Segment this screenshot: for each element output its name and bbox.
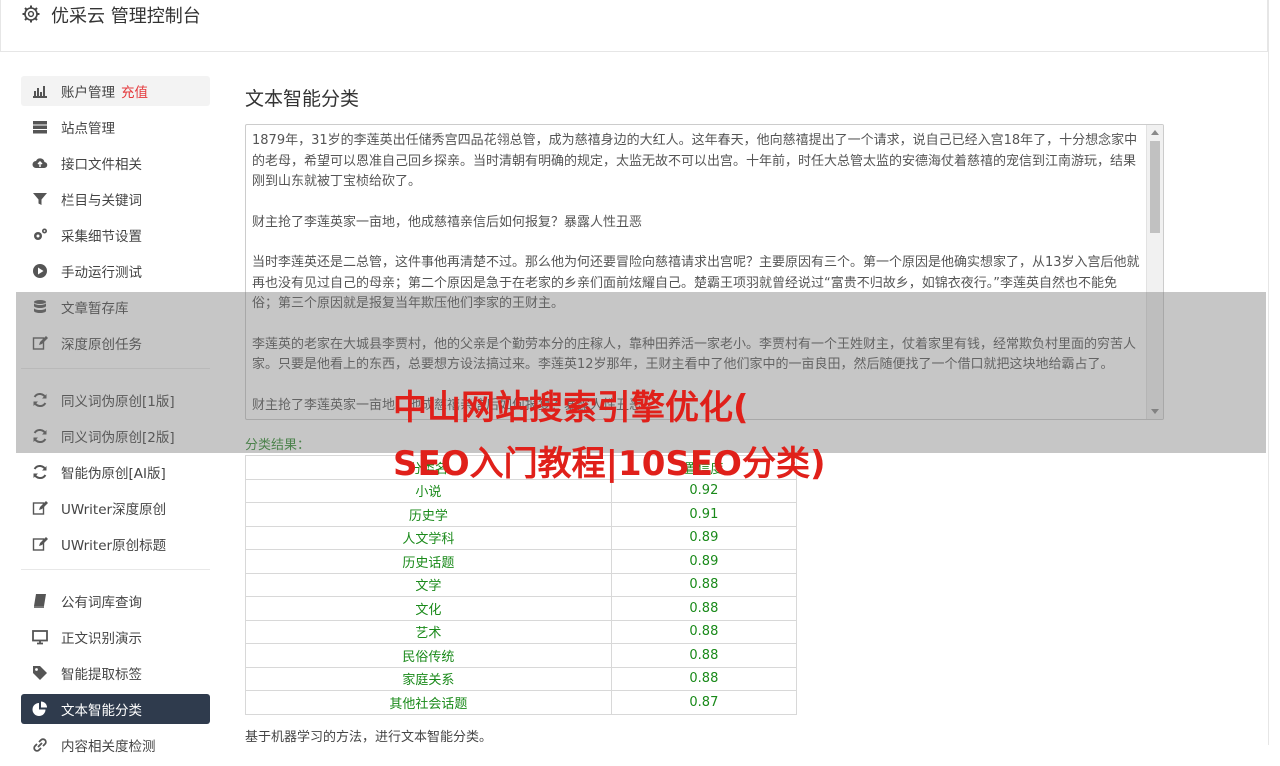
category-cell: 其他社会话题	[245, 690, 612, 715]
table-row: 文学 0.88	[245, 572, 798, 597]
confidence-cell: 0.89	[610, 549, 798, 574]
category-cell: 人文学科	[245, 525, 612, 550]
table-row: 人文学科 0.89	[245, 525, 798, 550]
sidebar-item-relevance[interactable]: 内容相关度检测	[21, 730, 210, 760]
confidence-cell: 0.88	[610, 666, 798, 691]
sidebar-item-label: 正文识别演示	[61, 631, 142, 647]
sidebar-item-label: 智能伪原创[AI版]	[61, 466, 166, 482]
pie-chart-icon	[32, 701, 47, 716]
watermark-text: 中山网站搜索引擎优化( SEO入门教程|10SEO分类)	[393, 380, 826, 492]
sidebar-item-account[interactable]: 账户管理 充值	[21, 76, 210, 106]
table-row: 民俗传统 0.88	[245, 643, 798, 668]
sidebar-item-label: 文本智能分类	[61, 703, 142, 719]
table-row: 历史话题 0.89	[245, 549, 798, 574]
category-cell: 文化	[245, 596, 612, 621]
sidebar-item-body-recognition[interactable]: 正文识别演示	[21, 622, 210, 652]
page-right-edge	[1268, 0, 1280, 745]
confidence-cell: 0.89	[610, 525, 798, 550]
sidebar-item-interface-files[interactable]: 接口文件相关	[21, 148, 210, 178]
text-paragraph: 财主抢了李莲英家一亩地，他成慈禧亲信后如何报复？暴露人性丑恶	[252, 214, 643, 230]
recharge-link[interactable]: 充值	[121, 81, 148, 101]
table-row: 家庭关系 0.88	[245, 666, 798, 691]
sidebar-item-tag-extract[interactable]: 智能提取标签	[21, 658, 210, 688]
watermark-line: 中山网站搜索引擎优化(	[393, 388, 749, 428]
link-icon	[33, 738, 47, 752]
table-row: 历史学 0.91	[245, 502, 798, 527]
confidence-cell: 0.91	[610, 502, 798, 527]
confidence-cell: 0.88	[610, 643, 798, 668]
category-cell: 文学	[245, 572, 612, 597]
sidebar-item-label: 接口文件相关	[61, 157, 142, 173]
top-bar: 优采云 管理控制台	[0, 0, 1268, 52]
sidebar-item-ai-rewrite[interactable]: 智能伪原创[AI版]	[21, 457, 210, 487]
console-title: 优采云 管理控制台	[51, 6, 201, 27]
refresh-icon	[33, 464, 47, 480]
table-row: 文化 0.88	[245, 596, 798, 621]
edit-icon	[32, 537, 48, 551]
sidebar-item-label: 站点管理	[61, 121, 115, 137]
confidence-cell: 0.88	[610, 572, 798, 597]
scroll-up-arrow-icon[interactable]	[1151, 130, 1159, 135]
main-content: 文本智能分类 1879年，31岁的李莲英出任储秀宫四品花翎总管，成为慈禧身边的大…	[245, 80, 1165, 745]
book-icon	[34, 594, 46, 608]
category-cell: 历史学	[245, 502, 612, 527]
category-cell: 民俗传统	[245, 643, 612, 668]
server-icon	[33, 121, 47, 134]
sidebar-item-collect-settings[interactable]: 采集细节设置	[21, 220, 210, 250]
classification-table: 分类名 置信度 小说 0.92 历史学 0.91 人文学科 0.89 历史话题 0.89…	[245, 455, 798, 715]
sidebar-item-sites[interactable]: 站点管理	[21, 112, 210, 142]
filter-icon	[33, 193, 47, 205]
table-row: 艺术 0.88	[245, 619, 798, 644]
sidebar-item-label: 智能提取标签	[61, 667, 142, 683]
sidebar-item-public-lexicon[interactable]: 公有词库查询	[21, 586, 210, 616]
edit-icon	[32, 501, 48, 515]
play-circle-icon	[33, 264, 47, 278]
tag-icon	[33, 666, 47, 680]
page-title: 文本智能分类	[245, 88, 360, 110]
watermark-line: SEO入门教程|10SEO分类)	[393, 444, 826, 484]
sidebar-item-label: UWriter原创标题	[61, 538, 167, 554]
sidebar-item-columns-keywords[interactable]: 栏目与关键词	[21, 184, 210, 214]
sidebar-divider	[21, 569, 210, 570]
table-row: 其他社会话题 0.87	[245, 690, 798, 715]
method-description: 基于机器学习的方法，进行文本智能分类。	[245, 730, 493, 745]
sidebar-item-label: 账户管理	[61, 85, 115, 101]
scroll-thumb[interactable]	[1150, 141, 1160, 233]
sidebar-item-label: 公有词库查询	[61, 595, 142, 611]
sidebar-item-manual-test[interactable]: 手动运行测试	[21, 256, 210, 286]
sidebar-item-label: 手动运行测试	[61, 265, 142, 281]
sidebar-item-text-classify[interactable]: 文本智能分类	[21, 694, 210, 724]
sidebar-item-label: 内容相关度检测	[61, 739, 156, 755]
text-paragraph: 1879年，31岁的李莲英出任储秀宫四品花翎总管，成为慈禧身边的大红人。这年春天…	[252, 133, 1138, 189]
gear-icon	[22, 5, 40, 23]
category-cell: 艺术	[245, 619, 612, 644]
sidebar-item-uwriter-deep[interactable]: UWriter深度原创	[21, 493, 210, 523]
confidence-cell: 0.88	[610, 596, 798, 621]
bar-chart-icon	[33, 86, 47, 98]
category-cell: 家庭关系	[245, 666, 612, 691]
sidebar-item-label: 采集细节设置	[61, 229, 142, 245]
sidebar-item-label: UWriter深度原创	[61, 502, 167, 518]
monitor-icon	[32, 630, 48, 645]
category-cell: 历史话题	[245, 549, 612, 574]
confidence-cell: 0.88	[610, 619, 798, 644]
confidence-cell: 0.87	[610, 690, 798, 715]
sidebar-item-label: 栏目与关键词	[61, 193, 142, 209]
gears-icon	[34, 228, 47, 240]
cloud-upload-icon	[32, 158, 48, 169]
sidebar-item-uwriter-title[interactable]: UWriter原创标题	[21, 529, 210, 559]
